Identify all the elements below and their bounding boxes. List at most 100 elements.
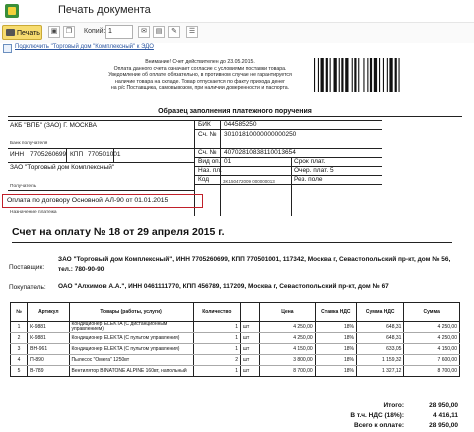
notice-line: Оплата данного счета означает согласие с… <box>113 65 287 72</box>
kpp-label: КПП <box>70 151 84 158</box>
mail-icon[interactable]: ✉ <box>138 26 150 38</box>
recipient-name: ЗАО "Торговый дом Комплексный" <box>10 164 115 171</box>
document-icon <box>3 44 12 53</box>
invoice-title: Счет на оплату № 18 от 29 апреля 2015 г. <box>12 226 452 243</box>
vid-op-label: Вид оп. <box>198 158 221 165</box>
cell-vat-rate: 18% <box>314 354 358 366</box>
notice-line: на р/с Поставщика, самовывозом, при нали… <box>110 85 290 92</box>
cell-article: В-789 <box>27 365 70 377</box>
cell-qty: 1 <box>192 365 242 377</box>
cell-sum: 7 600,00 <box>403 354 460 366</box>
supplier-label: Поставщик: <box>9 264 45 271</box>
cell-price: 8 700,00 <box>259 365 316 377</box>
cell-unit: шт <box>240 321 261 333</box>
cell-num: 1 <box>9 321 29 333</box>
cell-sum: 8 700,00 <box>403 365 460 377</box>
inn-value: 7705260699 <box>30 151 67 158</box>
cell-num: 4 <box>9 354 29 366</box>
cell-vat-rate: 18% <box>314 365 358 377</box>
cell-num: 5 <box>9 365 29 377</box>
bank-name: АКБ "ВПБ" (ЗАО) Г. МОСКВА <box>10 122 97 129</box>
col-header-vat-sum: Сумма НДС <box>356 302 405 322</box>
cell-goods: Кондиционер ELEKTA (С пультом управления… <box>68 343 194 355</box>
cell-goods: Пылесос "Омега" 1250вт <box>68 354 194 366</box>
buyer-value: ОАО "Алхимов А.А.", ИНН 0461111770, КПП … <box>58 283 389 290</box>
col-header-article: Артикул <box>27 302 70 322</box>
code-value: 3K150472009 000000013 <box>223 179 275 184</box>
copy-icon[interactable]: ❐ <box>63 26 75 38</box>
buyer-label: Покупатель: <box>9 284 46 291</box>
cell-price: 4 250,00 <box>259 332 316 344</box>
col-header-price: Цена <box>259 302 316 322</box>
cell-article: К-9881 <box>27 321 70 333</box>
account-label: Сч. № <box>198 131 217 138</box>
col-header-sum: Сумма <box>403 302 460 322</box>
cell-unit: шт <box>240 343 261 355</box>
cell-goods: Вентилятор BINATONE ALPINE 160вт, наполь… <box>68 365 194 377</box>
copies-label: Копий: <box>84 28 106 35</box>
naz-label: Наз. пл. <box>198 167 222 174</box>
barcode-image <box>314 58 400 92</box>
table-row: 4 П-890 Пылесос "Омега" 1250вт 2 шт 3 80… <box>9 354 460 366</box>
cell-vat-sum: 648,31 <box>356 332 405 344</box>
table-row: 1 К-9881 Кондиционер ELEKTA (С дистанцио… <box>9 321 460 333</box>
cell-price: 4 150,00 <box>259 343 316 355</box>
edit-icon[interactable]: ✎ <box>168 26 180 38</box>
toolbar: Печать ▣ ❐ Копий: 1 ✉ ▤ ✎ ☰ <box>0 23 474 43</box>
vid-op-value: 01 <box>224 158 232 165</box>
recipient-label: Получатель <box>10 184 37 189</box>
cell-qty: 1 <box>192 343 242 355</box>
printer-icon <box>6 29 15 36</box>
notice-line: Уведомление об оплате обязательно, в про… <box>108 72 292 79</box>
invoice-notice: Внимание! Счет действителен до 23.05.201… <box>100 59 300 92</box>
order-label: Очер. плат. <box>294 167 329 174</box>
edo-connect-label: Подключить "Торговый дом "Комплексный" к… <box>15 44 154 50</box>
cell-vat-sum: 1 159,32 <box>356 354 405 366</box>
settings-icon[interactable]: ☰ <box>186 26 198 38</box>
notice-line: Внимание! Счет действителен до 23.05.201… <box>145 59 255 65</box>
cell-qty: 1 <box>192 321 242 333</box>
cell-price: 3 800,00 <box>259 354 316 366</box>
account-value: 30101810000000000250 <box>224 131 297 138</box>
table-row: 2 К-9881 Кондиционер ELEKTA (С пультом у… <box>9 332 460 344</box>
window-title: Печать документа <box>58 4 151 16</box>
table-row: 3 ВН-961 Кондиционер ELEKTA (С пультом у… <box>9 343 460 355</box>
account2-label: Сч. № <box>198 149 217 156</box>
preview-icon[interactable]: ▤ <box>153 26 165 38</box>
cell-num: 3 <box>9 343 29 355</box>
invoice-totals: Итого: 28 950,00 В т.ч. НДС (18%): 4 416… <box>308 402 462 432</box>
window-titlebar: Печать документа <box>0 0 474 23</box>
account2-value: 40702810838110013654 <box>224 149 296 156</box>
rez-label: Рез. поле <box>294 176 323 183</box>
code-label: Код <box>198 176 210 183</box>
printed-invoice: Внимание! Счет действителен до 23.05.201… <box>2 56 462 429</box>
col-header-num: № <box>9 302 29 322</box>
print-button-label: Печать <box>17 30 40 37</box>
cell-price: 4 250,00 <box>259 321 316 333</box>
cell-vat-rate: 18% <box>314 321 358 333</box>
to-pay-row: Всего к оплате: 28 950,00 <box>308 422 462 432</box>
purpose-label: Назначение платежа <box>10 210 57 215</box>
cell-qty: 1 <box>192 332 242 344</box>
col-header-qty: Количество <box>192 302 242 322</box>
bank-label: Банк получателя <box>10 141 48 146</box>
vat-total-label: В т.ч. НДС (18%): <box>350 412 404 419</box>
total-row: Итого: 28 950,00 <box>308 402 462 412</box>
cell-article: К-9881 <box>27 332 70 344</box>
cell-vat-sum: 633,05 <box>356 343 405 355</box>
cell-sum: 4 250,00 <box>403 321 460 333</box>
col-header-goods: Товары (работы, услуги) <box>68 302 194 322</box>
vat-total-value: 4 416,11 <box>433 412 458 419</box>
print-button[interactable]: Печать <box>2 25 42 40</box>
cell-vat-rate: 18% <box>314 343 358 355</box>
col-header-unit <box>240 302 261 322</box>
copies-input[interactable]: 1 <box>105 25 133 39</box>
to-pay-label: Всего к оплате: <box>354 422 404 429</box>
save-icon[interactable]: ▣ <box>48 26 60 38</box>
cell-unit: шт <box>240 365 261 377</box>
cell-article: ВН-961 <box>27 343 70 355</box>
payment-sample-title: Образец заполнения платежного поручения <box>8 108 462 117</box>
cell-qty: 2 <box>192 354 242 366</box>
cell-article: П-890 <box>27 354 70 366</box>
edo-connect-link[interactable]: Подключить "Торговый дом "Комплексный" к… <box>0 43 474 55</box>
